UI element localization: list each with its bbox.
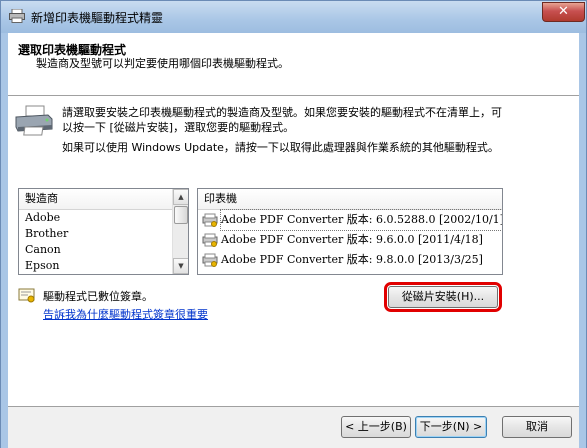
close-icon: ✕ <box>558 4 569 19</box>
certified-printer-icon <box>202 213 218 227</box>
printer-item[interactable]: Adobe PDF Converter 版本: 6.0.5288.0 [2002… <box>198 209 502 231</box>
signed-driver-icon <box>18 288 35 303</box>
close-button[interactable]: ✕ <box>542 2 585 22</box>
printer-item-label: Adobe PDF Converter 版本: 9.6.0.0 [2011/4/… <box>221 233 483 246</box>
window-title: 新增印表機驅動程式精靈 <box>31 11 164 25</box>
printer-item-label: Adobe PDF Converter 版本: 9.8.0.0 [2013/3/… <box>221 253 483 266</box>
printer-list[interactable]: 印表機 Adobe PDF Converter 版本: 6.0.5288.0 [… <box>197 188 503 275</box>
manufacturer-item[interactable]: Brother <box>19 226 188 242</box>
wizard-footer <box>8 407 579 448</box>
manufacturer-item[interactable]: Adobe <box>19 210 188 226</box>
printer-item[interactable]: Adobe PDF Converter 版本: 9.8.0.0 [2013/3/… <box>198 250 502 270</box>
manufacturer-list[interactable]: 製造商 Adobe Brother Canon Epson ▲ ▼ <box>18 188 189 275</box>
wizard-header: 選取印表機驅動程式 製造商及型號可以判定要使用哪個印表機驅動程式。 <box>8 33 579 96</box>
printer-app-icon <box>9 9 25 23</box>
certified-printer-icon <box>202 253 218 267</box>
window-frame-right <box>579 33 587 448</box>
signature-info-link[interactable]: 告訴我為什麼驅動程式簽章很重要 <box>43 306 208 322</box>
back-button[interactable]: < 上一步(B) <box>341 416 411 438</box>
wizard-body: 選取印表機驅動程式 製造商及型號可以判定要使用哪個印表機驅動程式。 請選取要安裝… <box>8 33 579 448</box>
page-subtitle: 製造商及型號可以判定要使用哪個印表機驅動程式。 <box>36 57 289 70</box>
scroll-thumb[interactable] <box>174 206 188 224</box>
have-disk-button[interactable]: 從磁片安裝(H)... <box>384 282 502 312</box>
cancel-button[interactable]: 取消 <box>502 416 572 438</box>
windows-update-text: 如果可以使用 Windows Update，請按一下以取得此處理器與作業系統的其… <box>62 141 499 154</box>
next-button[interactable]: 下一步(N) > <box>415 416 487 438</box>
printer-list-header: 印表機 <box>198 189 502 210</box>
manufacturer-scrollbar[interactable]: ▲ ▼ <box>172 189 188 274</box>
certified-printer-icon <box>202 233 218 247</box>
scroll-down-arrow-icon[interactable]: ▼ <box>173 258 188 274</box>
scroll-up-arrow-icon[interactable]: ▲ <box>173 189 188 205</box>
signature-status-text: 驅動程式已數位簽章。 <box>43 290 153 303</box>
window-frame-left <box>0 33 8 448</box>
title-bar[interactable]: 新增印表機驅動程式精靈 ✕ <box>0 0 587 33</box>
printer-item-label: Adobe PDF Converter 版本: 6.0.5288.0 [2002… <box>220 209 502 231</box>
instruction-text: 請選取要安裝之印表機驅動程式的製造商及型號。如果您要安裝的驅動程式不在清單上，可… <box>62 106 502 134</box>
manufacturer-item[interactable]: Canon <box>19 242 188 258</box>
manufacturer-list-header: 製造商 <box>19 189 188 210</box>
printer-item[interactable]: Adobe PDF Converter 版本: 9.6.0.0 [2011/4/… <box>198 230 502 250</box>
printer-icon <box>15 105 53 136</box>
manufacturer-item[interactable]: Epson <box>19 258 188 274</box>
